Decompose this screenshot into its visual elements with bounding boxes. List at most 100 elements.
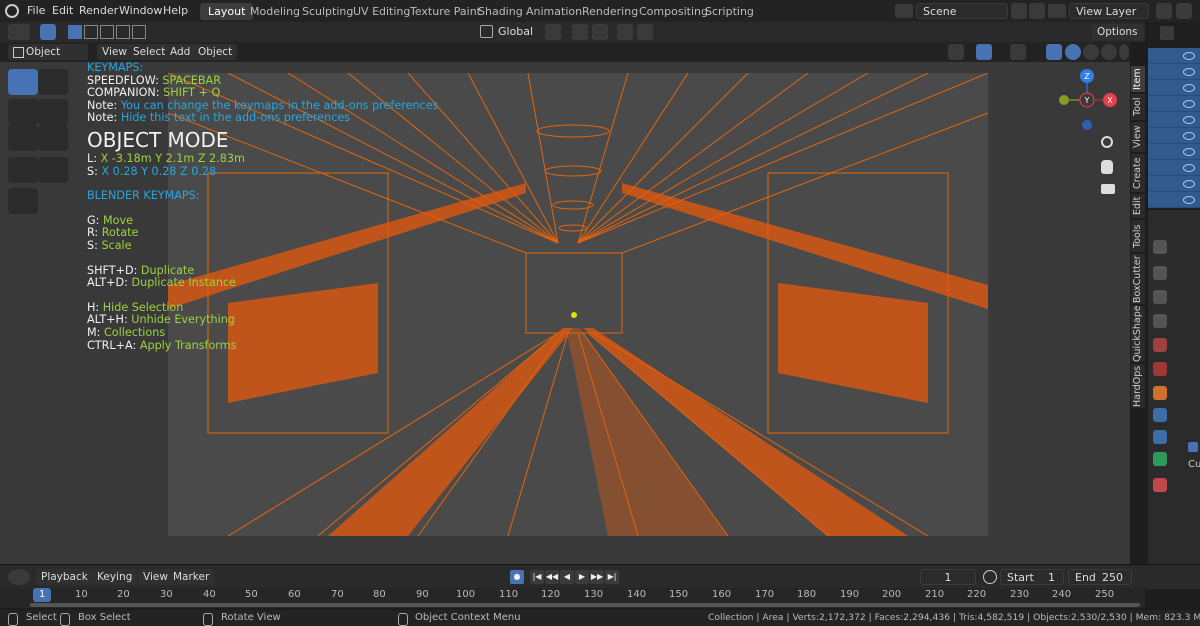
- eye-icon[interactable]: [1183, 132, 1195, 140]
- eye-icon[interactable]: [1183, 100, 1195, 108]
- tab-quickshape[interactable]: QuickShape: [1131, 305, 1145, 362]
- editor-type-icon[interactable]: [8, 24, 30, 40]
- checkbox-icon[interactable]: [1188, 442, 1198, 452]
- eye-icon[interactable]: [1183, 116, 1195, 124]
- next-keyframe-button[interactable]: ▶▶: [590, 570, 604, 584]
- snap-icon[interactable]: [572, 24, 588, 40]
- zoom-icon[interactable]: [1101, 136, 1113, 148]
- tab-item[interactable]: Item: [1131, 66, 1145, 92]
- properties-texture-icon[interactable]: [1153, 478, 1167, 492]
- proportional-edit-icon[interactable]: [617, 24, 633, 40]
- tab-create[interactable]: Create: [1131, 154, 1145, 192]
- options-dropdown[interactable]: Options: [1092, 24, 1144, 40]
- tab-view[interactable]: View: [1131, 122, 1145, 152]
- properties-modifier-icon[interactable]: [1153, 408, 1167, 422]
- xray-icon[interactable]: [1046, 44, 1062, 60]
- properties-world-icon[interactable]: [1153, 362, 1167, 376]
- menu-window[interactable]: Window: [119, 4, 162, 17]
- outliner-filter-icon[interactable]: [1160, 26, 1174, 40]
- annotate-tool[interactable]: [8, 157, 38, 183]
- tab-scripting[interactable]: Scripting: [697, 3, 762, 20]
- mode-subtract-icon[interactable]: [100, 25, 114, 39]
- new-scene-icon[interactable]: [1011, 3, 1027, 19]
- menu-keying[interactable]: Keying: [92, 569, 138, 585]
- frame-start-field[interactable]: Start 1: [1000, 569, 1064, 585]
- mode-intersect-icon[interactable]: [132, 25, 146, 39]
- pivot-point-icon[interactable]: [545, 24, 561, 40]
- properties-tool-icon[interactable]: [1153, 240, 1167, 254]
- blender-logo-icon[interactable]: [5, 4, 19, 18]
- menu-view[interactable]: View: [97, 44, 132, 60]
- rotate-tool[interactable]: [38, 99, 68, 125]
- preview-range-icon[interactable]: [983, 570, 997, 584]
- transform-orientation-select[interactable]: Global: [492, 24, 542, 40]
- eye-icon[interactable]: [1183, 196, 1195, 204]
- menu-object[interactable]: Object: [193, 44, 238, 60]
- mode-extend-icon[interactable]: [84, 25, 98, 39]
- properties-view-layer-icon[interactable]: [1153, 314, 1167, 328]
- transform-tool[interactable]: [38, 125, 68, 151]
- view-layer-selector[interactable]: View Layer: [1069, 3, 1149, 19]
- tab-boxcutter[interactable]: BoxCutter: [1131, 254, 1145, 304]
- delete-view-layer-icon[interactable]: [1176, 3, 1192, 19]
- properties-render-icon[interactable]: [1153, 266, 1167, 280]
- mode-new-icon[interactable]: [68, 25, 82, 39]
- play-reverse-button[interactable]: ◀: [560, 570, 574, 584]
- scene-selector[interactable]: Scene: [916, 3, 1008, 19]
- view-layer-icon[interactable]: [1048, 4, 1066, 18]
- select-box-tool[interactable]: [8, 69, 38, 95]
- delete-scene-icon[interactable]: [1029, 3, 1045, 19]
- cursor-tool[interactable]: [38, 69, 68, 95]
- navigation-gizmo[interactable]: Z X Y: [1055, 64, 1125, 136]
- menu-playback[interactable]: Playback: [36, 569, 93, 585]
- eye-icon[interactable]: [1183, 180, 1195, 188]
- move-tool[interactable]: [8, 99, 38, 125]
- jump-start-button[interactable]: |◀: [530, 570, 544, 584]
- shading-material-icon[interactable]: [1101, 44, 1117, 60]
- menu-edit[interactable]: Edit: [52, 4, 73, 17]
- gizmo-neg-z-axis[interactable]: [1082, 120, 1092, 130]
- camera-view-icon[interactable]: [1101, 184, 1115, 194]
- snap-element-icon[interactable]: [592, 24, 608, 40]
- menu-render[interactable]: Render: [79, 4, 118, 17]
- frame-end-field[interactable]: End 250: [1068, 569, 1132, 585]
- menu-marker[interactable]: Marker: [168, 569, 215, 585]
- menu-file[interactable]: File: [27, 4, 45, 17]
- properties-constraints-icon[interactable]: [1153, 452, 1167, 466]
- play-button[interactable]: ▶: [575, 570, 589, 584]
- properties-physics-icon[interactable]: [1153, 430, 1167, 444]
- eye-icon[interactable]: [1183, 52, 1195, 60]
- properties-output-icon[interactable]: [1153, 290, 1167, 304]
- shading-rendered-icon[interactable]: [1119, 44, 1129, 60]
- proportional-falloff-icon[interactable]: [637, 24, 653, 40]
- scale-tool[interactable]: [8, 125, 38, 151]
- shading-solid-icon[interactable]: [1083, 44, 1099, 60]
- visibility-icon[interactable]: [948, 44, 964, 60]
- select-tool-icon[interactable]: [40, 24, 56, 40]
- timeline-scrollbar[interactable]: [30, 603, 1140, 607]
- new-view-layer-icon[interactable]: [1156, 3, 1172, 19]
- timeline-editor-type-icon[interactable]: [8, 569, 30, 585]
- jump-end-button[interactable]: ▶|: [605, 570, 619, 584]
- current-frame-field[interactable]: 1: [920, 569, 976, 585]
- overlays-icon[interactable]: [1010, 44, 1026, 60]
- gizmo-toggle-icon[interactable]: [976, 44, 992, 60]
- tab-tools[interactable]: Tools: [1131, 220, 1145, 252]
- shading-wireframe-icon[interactable]: [1065, 44, 1081, 60]
- measure-tool[interactable]: [38, 157, 68, 183]
- eye-icon[interactable]: [1183, 148, 1195, 156]
- tab-tool[interactable]: Tool: [1131, 94, 1145, 120]
- properties-scene-icon[interactable]: [1153, 338, 1167, 352]
- eye-icon[interactable]: [1183, 84, 1195, 92]
- menu-help[interactable]: Help: [163, 4, 188, 17]
- pan-hand-icon[interactable]: [1101, 160, 1113, 174]
- tab-edit[interactable]: Edit: [1131, 194, 1145, 218]
- menu-add[interactable]: Add: [165, 44, 196, 60]
- prev-keyframe-button[interactable]: ◀◀: [545, 570, 559, 584]
- scene-icon[interactable]: [895, 4, 913, 18]
- tab-hardops[interactable]: HardOps: [1131, 364, 1145, 408]
- properties-object-icon[interactable]: [1153, 386, 1167, 400]
- mode-difference-icon[interactable]: [116, 25, 130, 39]
- eye-icon[interactable]: [1183, 164, 1195, 172]
- record-button[interactable]: ●: [510, 570, 524, 584]
